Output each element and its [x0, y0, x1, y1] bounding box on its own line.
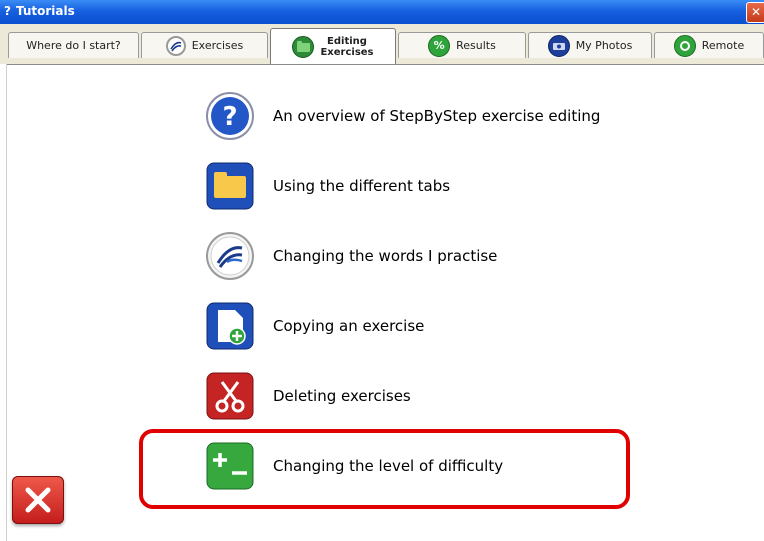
close-tutorials-button[interactable] — [12, 476, 64, 524]
help-icon: ? — [4, 4, 11, 18]
tutorial-item-label: Changing the words I practise — [273, 247, 498, 265]
stepbystep-logo-icon — [165, 35, 186, 56]
tab-results[interactable]: % Results — [398, 32, 526, 58]
tab-label: Results — [456, 39, 496, 52]
window-titlebar: ? Tutorials ✕ — [0, 0, 764, 24]
tutorial-item-tabs[interactable]: Using the different tabs — [205, 159, 450, 213]
tutorial-item-copy[interactable]: Copying an exercise — [205, 299, 424, 353]
tab-label: Exercises — [191, 39, 244, 52]
copy-icon — [205, 301, 255, 351]
remote-help-icon — [673, 34, 696, 57]
tab-label: My Photos — [575, 39, 633, 52]
tab-label: Where do I start? — [26, 39, 121, 52]
tab-editing-exercises[interactable]: Editing Exercises — [270, 28, 396, 64]
folder-icon — [205, 161, 255, 211]
window-left-edge — [0, 64, 7, 541]
scissors-icon — [205, 371, 255, 421]
tutorial-item-overview[interactable]: ? An overview of StepByStep exercise edi… — [205, 89, 600, 143]
tutorial-item-label: Using the different tabs — [273, 177, 451, 195]
tutorial-item-label: An overview of StepByStep exercise editi… — [273, 107, 601, 125]
window-title: Tutorials — [16, 4, 75, 18]
tab-label: Remote — [701, 39, 745, 52]
close-icon — [25, 487, 51, 513]
tab-bar: Where do I start? Exercises Editing Exer… — [0, 24, 764, 65]
tab-where-do-i-start[interactable]: Where do I start? — [8, 32, 139, 58]
window-close-button[interactable]: ✕ — [746, 2, 764, 23]
percent-icon: % — [428, 34, 451, 57]
question-icon: ? — [205, 91, 255, 141]
tab-label: Editing Exercises — [320, 35, 374, 58]
tab-remote[interactable]: Remote — [654, 32, 764, 58]
stepbystep-logo-icon — [205, 231, 255, 281]
svg-text:?: ? — [222, 102, 237, 132]
tutorial-item-words[interactable]: Changing the words I practise — [205, 229, 497, 283]
tab-my-photos[interactable]: My Photos — [528, 32, 652, 58]
folder-icon — [292, 35, 315, 58]
tutorial-item-label: Deleting exercises — [273, 387, 411, 405]
tab-exercises[interactable]: Exercises — [141, 32, 268, 58]
highlight-annotation — [139, 429, 630, 509]
tutorial-item-label: Copying an exercise — [273, 317, 425, 335]
tutorial-item-delete[interactable]: Deleting exercises — [205, 369, 411, 423]
camera-icon — [547, 34, 570, 57]
